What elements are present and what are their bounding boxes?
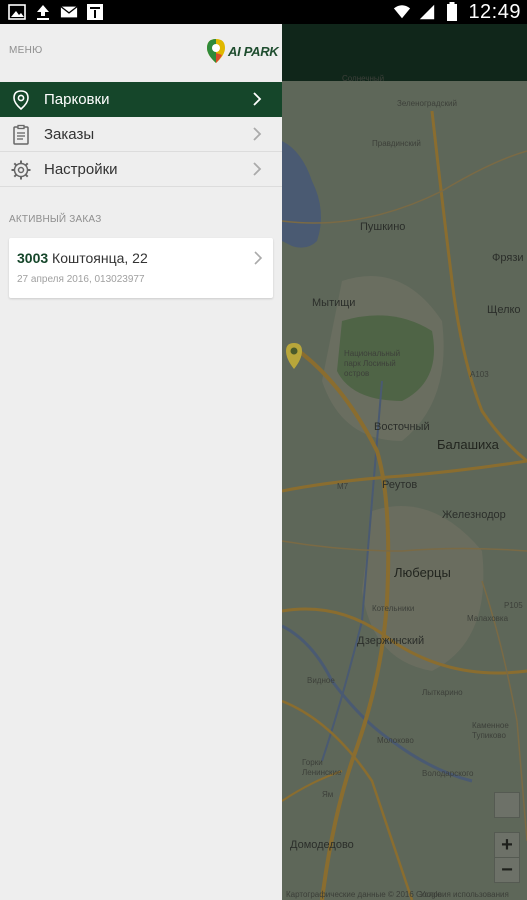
map-view[interactable]: Солнечный Зеленоградский Правдинский Пуш…	[282, 24, 527, 900]
road-label: M7	[337, 482, 349, 491]
road-label: P105	[504, 601, 523, 610]
wifi-icon	[393, 3, 411, 21]
clipboard-icon	[13, 124, 29, 145]
mail-icon	[60, 3, 78, 21]
logo-text: AI PARK	[228, 43, 279, 59]
nav-item-label: Парковки	[44, 91, 110, 108]
map-label: Фрязи	[492, 252, 524, 264]
chevron-right-icon	[253, 162, 262, 176]
upload-icon	[34, 3, 52, 21]
chevron-right-icon	[253, 92, 262, 106]
map-label: Зеленоградский	[397, 99, 457, 108]
active-order-card[interactable]: 3003 Коштоянца, 22 27 апреля 2016, 01302…	[9, 238, 273, 298]
map-label: Восточный	[374, 421, 430, 433]
chevron-right-icon	[253, 127, 262, 141]
map-label: Домодедово	[290, 839, 354, 851]
section-title-active-order: АКТИВНЫЙ ЗАКАЗ	[9, 214, 102, 225]
clock: 12:49	[468, 0, 521, 23]
map-label: Молоково	[377, 736, 414, 745]
nav-item-label: Настройки	[44, 161, 118, 178]
map-label: Дзержинский	[357, 635, 425, 647]
map-label: Реутов	[382, 479, 418, 491]
map-label: Каменное Тупиково	[472, 721, 509, 740]
signal-icon	[418, 3, 436, 21]
map-label: Котельники	[372, 604, 415, 613]
nav-item-orders[interactable]: Заказы	[0, 117, 282, 152]
map-label: Солнечный	[342, 74, 385, 83]
order-address: Коштоянца, 22	[52, 250, 148, 266]
map-label: Правдинский	[372, 139, 421, 148]
map-label: Горки Ленинские	[302, 758, 342, 777]
map-label: Видное	[307, 676, 335, 685]
map-label: Ям	[322, 790, 334, 799]
nav-item-settings[interactable]: Настройки	[0, 152, 282, 187]
road-label: A103	[470, 370, 489, 379]
gallery-icon	[8, 3, 26, 21]
map-terms-link[interactable]: Условия использования	[420, 890, 509, 899]
news-icon	[86, 3, 104, 21]
map-label: Мытищи	[312, 297, 356, 309]
navigation-drawer: МЕНЮ AI PARK Парковки Заказы Настройки А…	[0, 24, 282, 900]
map-toolbar	[282, 24, 527, 81]
menu-title: МЕНЮ	[9, 45, 43, 56]
order-title: 3003 Коштоянца, 22	[17, 250, 148, 266]
map-label: Люберцы	[394, 565, 451, 580]
nav-item-parkings[interactable]: Парковки	[0, 82, 282, 117]
map-label: Володарского	[422, 769, 474, 778]
battery-icon	[443, 2, 461, 21]
drawer-header: МЕНЮ AI PARK	[0, 24, 282, 82]
map-attribution: Картографические данные © 2016 Google	[286, 890, 442, 899]
map-label: Национальный парк Лосиный остров	[344, 349, 401, 378]
gear-icon	[11, 160, 31, 180]
logo-pin-icon	[207, 39, 225, 63]
app-logo: AI PARK	[206, 38, 279, 64]
my-location-button[interactable]	[494, 792, 520, 863]
order-number: 3003	[17, 250, 49, 266]
zoom-in-button[interactable]: +	[494, 832, 520, 858]
map-label: Лыткарино	[422, 688, 463, 697]
nav-item-label: Заказы	[44, 126, 95, 143]
map-label: Пушкино	[360, 221, 406, 233]
map-pin-icon	[13, 90, 29, 111]
order-meta: 27 апреля 2016, 013023977	[17, 274, 145, 285]
map-label: Балашиха	[437, 437, 499, 452]
map-label: Железнодор	[442, 509, 506, 521]
map-label: Малаховка	[467, 614, 509, 623]
chevron-right-icon	[254, 251, 263, 265]
status-bar: 12:49	[0, 0, 527, 24]
zoom-out-button[interactable]: −	[494, 857, 520, 883]
map-label: Щелко	[487, 304, 521, 316]
notification-icons	[8, 3, 104, 21]
